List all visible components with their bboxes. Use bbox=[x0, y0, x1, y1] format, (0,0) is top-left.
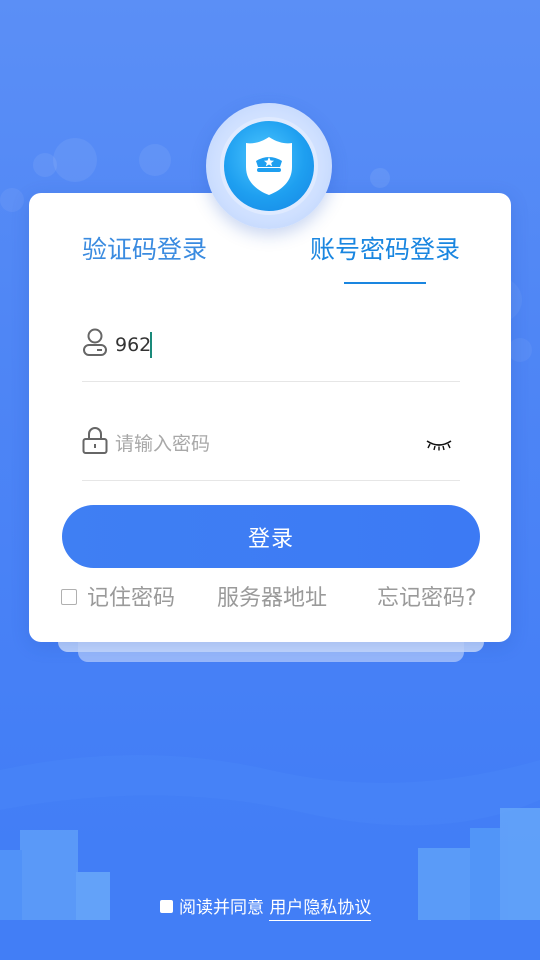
agreement-row: 阅读并同意 用户隐私协议 bbox=[160, 894, 372, 924]
privacy-policy-link[interactable]: 用户隐私协议 bbox=[269, 898, 372, 921]
forgot-password-link[interactable]: 忘记密码? bbox=[377, 584, 477, 616]
tab-account-login[interactable]: 账号密码登录 bbox=[310, 232, 460, 272]
login-button[interactable]: 登录 bbox=[62, 505, 480, 568]
remember-checkbox[interactable] bbox=[61, 589, 77, 605]
eye-closed-icon[interactable] bbox=[424, 435, 454, 453]
remember-password[interactable]: 记住密码 bbox=[61, 584, 175, 616]
app-logo bbox=[206, 103, 332, 229]
divider bbox=[82, 381, 460, 382]
remember-label: 记住密码 bbox=[87, 586, 176, 611]
server-address-link[interactable]: 服务器地址 bbox=[217, 584, 327, 616]
password-row bbox=[82, 424, 460, 464]
agree-label: 阅读并同意 bbox=[179, 898, 264, 918]
username-input[interactable] bbox=[115, 329, 415, 361]
user-icon bbox=[83, 328, 107, 356]
tab-sms-login[interactable]: 验证码登录 bbox=[82, 232, 207, 272]
username-row bbox=[82, 325, 460, 365]
active-tab-indicator bbox=[344, 282, 426, 284]
police-shield-icon bbox=[246, 137, 292, 195]
divider bbox=[82, 480, 460, 481]
agree-checkbox[interactable] bbox=[160, 900, 173, 913]
lock-icon bbox=[82, 427, 108, 454]
password-input[interactable] bbox=[115, 428, 415, 460]
text-cursor bbox=[150, 332, 152, 358]
